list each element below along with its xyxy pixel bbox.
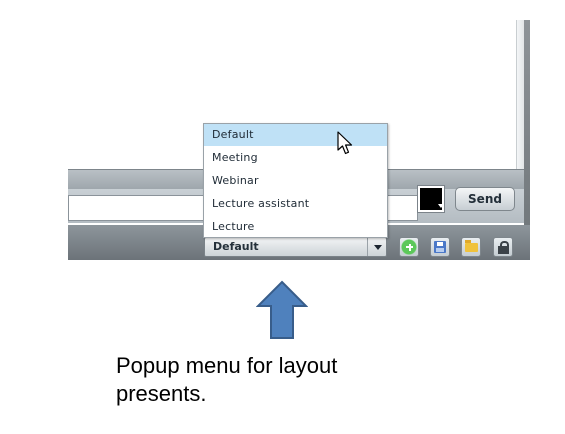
menu-item-default[interactable]: Default [204,124,387,146]
layout-preset-select[interactable]: Default [204,237,387,257]
lock-icon[interactable] [493,237,513,257]
window-frame-edge [524,20,530,260]
menu-item-lecture-assistant[interactable]: Lecture assistant [204,193,387,215]
chevron-down-icon [438,204,444,208]
save-icon[interactable] [430,237,450,257]
menu-item-webinar[interactable]: Webinar [204,170,387,192]
caption-line-1: Popup menu for layout [116,353,338,378]
menu-item-meeting[interactable]: Meeting [204,147,387,169]
menu-item-lecture[interactable]: Lecture [204,216,387,238]
add-icon[interactable] [399,237,419,257]
folder-icon[interactable] [461,237,481,257]
text-color-picker[interactable] [417,185,445,213]
layout-select-value: Default [213,240,259,253]
annotation-caption: Popup menu for layout presents. [116,352,416,408]
caption-line-2: presents. [116,381,207,406]
dropdown-arrow-icon[interactable] [367,238,388,256]
send-button[interactable]: Send [455,187,515,211]
layout-popup-menu: Default Meeting Webinar Lecture assistan… [203,123,388,238]
arrow-up-icon [256,280,308,339]
mouse-cursor-icon [337,131,353,155]
